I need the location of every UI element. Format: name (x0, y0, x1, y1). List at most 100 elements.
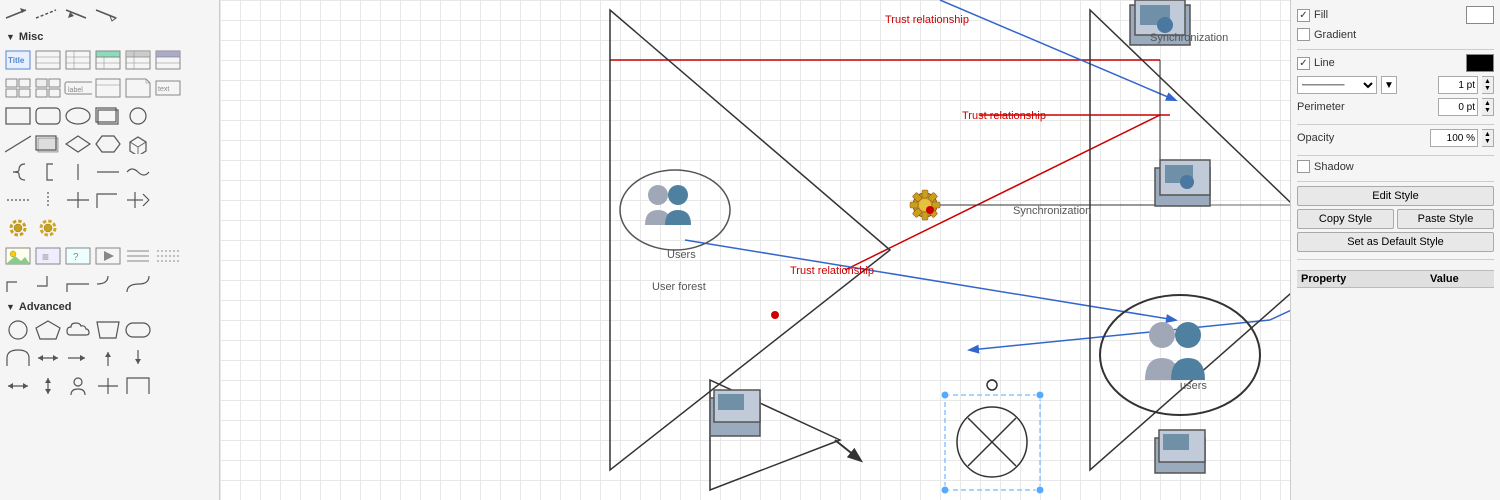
shape-double-rect[interactable] (94, 104, 122, 128)
shape-grid1[interactable] (4, 76, 32, 100)
misc-arrow-icon: ▼ (6, 32, 15, 42)
shape-title[interactable]: Title (4, 48, 32, 72)
shape-adv-plus[interactable] (94, 374, 122, 398)
shape-corner3[interactable] (64, 272, 92, 296)
shape-img1[interactable] (4, 244, 32, 268)
shape-corner[interactable] (94, 188, 122, 212)
shape-play[interactable] (94, 244, 122, 268)
opacity-input[interactable] (1430, 129, 1478, 147)
shape-grid2[interactable] (34, 76, 62, 100)
shape-adv-arch[interactable] (4, 346, 32, 370)
copy-style-button[interactable]: Copy Style (1297, 209, 1394, 229)
shape-adv-circle[interactable] (4, 318, 32, 342)
shape-shadow-rect[interactable] (34, 132, 62, 156)
opacity-row: Opacity ▲ ▼ (1297, 129, 1494, 147)
shape-diagonal[interactable] (4, 132, 32, 156)
shape-hexagon[interactable] (94, 132, 122, 156)
shape-pipe[interactable] (64, 160, 92, 184)
opacity-up[interactable]: ▲ (1482, 131, 1493, 138)
shape-adv-bidir[interactable] (34, 346, 62, 370)
perimeter-input[interactable] (1438, 98, 1478, 116)
line-width-input[interactable] (1438, 76, 1478, 94)
shadow-label: Shadow (1314, 161, 1374, 173)
line-width-up[interactable]: ▲ (1482, 78, 1493, 85)
opacity-down[interactable]: ▼ (1482, 138, 1493, 145)
shape-list2[interactable] (64, 48, 92, 72)
shape-adv-pentagon[interactable] (34, 318, 62, 342)
shape-brace[interactable] (4, 160, 32, 184)
shadow-row: Shadow (1297, 160, 1494, 173)
fill-color-swatch[interactable] (1466, 6, 1494, 24)
shape-lines[interactable] (124, 244, 152, 268)
shape-adv-trapeze[interactable] (94, 318, 122, 342)
shape-adv-vbidir[interactable] (34, 374, 62, 398)
shape-rect[interactable] (4, 104, 32, 128)
line-color-swatch[interactable] (1466, 54, 1494, 72)
shape-cube[interactable] (124, 132, 152, 156)
shape-gear1[interactable] (4, 216, 32, 240)
shape-arrow3[interactable] (64, 2, 92, 26)
advanced-section-header[interactable]: ▼ Advanced (0, 298, 219, 316)
divider2 (1297, 124, 1494, 125)
shape-adv-rarrow[interactable] (64, 346, 92, 370)
shape-adv-cloud[interactable] (64, 318, 92, 342)
shape-list1[interactable] (34, 48, 62, 72)
adv-row2 (0, 344, 219, 372)
shape-table2[interactable] (124, 48, 152, 72)
shape-adv-darrow[interactable] (124, 346, 152, 370)
shape-arrow1[interactable] (4, 2, 32, 26)
shape-striped[interactable] (94, 76, 122, 100)
shape-img2[interactable]: ≡ (34, 244, 62, 268)
shape-adv-pill[interactable] (124, 318, 152, 342)
shape-adv-uarrow[interactable] (94, 346, 122, 370)
shape-bracket[interactable] (34, 160, 62, 184)
shape-corner4[interactable] (94, 272, 122, 296)
adv-row1 (0, 316, 219, 344)
line-checkbox[interactable] (1297, 57, 1310, 70)
shape-adv-hbidir[interactable] (4, 374, 32, 398)
opacity-spinner[interactable]: ▲ ▼ (1482, 129, 1494, 147)
line-style-dropdown-btn[interactable]: ▼ (1381, 76, 1397, 94)
shape-table1[interactable] (94, 48, 122, 72)
shape-extend[interactable] (124, 188, 152, 212)
shape-note[interactable] (124, 76, 152, 100)
shadow-checkbox[interactable] (1297, 160, 1310, 173)
line-width-down[interactable]: ▼ (1482, 85, 1493, 92)
line-style-select[interactable]: ────── - - - - · · · · (1297, 76, 1377, 94)
shape-arrow4[interactable] (94, 2, 122, 26)
shape-arrow2[interactable] (34, 2, 62, 26)
shape-corner5[interactable] (124, 272, 152, 296)
edit-style-button[interactable]: Edit Style (1297, 186, 1494, 206)
set-default-style-button[interactable]: Set as Default Style (1297, 232, 1494, 252)
shape-img3[interactable]: ? (64, 244, 92, 268)
shape-corner2[interactable] (34, 272, 62, 296)
perimeter-spinner[interactable]: ▲ ▼ (1482, 98, 1494, 116)
shape-extra2[interactable] (154, 244, 182, 268)
shape-corner1[interactable] (4, 272, 32, 296)
shape-pipe2[interactable] (34, 188, 62, 212)
line-width-spinner[interactable]: ▲ ▼ (1482, 76, 1494, 94)
paste-style-button[interactable]: Paste Style (1397, 209, 1494, 229)
gradient-checkbox[interactable] (1297, 28, 1310, 41)
shape-circle[interactable] (124, 104, 152, 128)
shape-rounded-rect[interactable] (34, 104, 62, 128)
svg-text:label: label (68, 87, 83, 94)
misc-label: Misc (19, 31, 43, 43)
shape-adv-person[interactable] (64, 374, 92, 398)
shape-table3[interactable] (154, 48, 182, 72)
shape-extra[interactable]: text (154, 76, 182, 100)
shape-cross[interactable] (64, 188, 92, 212)
fill-checkbox[interactable] (1297, 9, 1310, 22)
shape-gear2[interactable] (34, 216, 62, 240)
shape-ellipse[interactable] (64, 104, 92, 128)
shape-diamond[interactable] (64, 132, 92, 156)
shape-adv-corner6[interactable] (124, 374, 152, 398)
shape-wave[interactable] (124, 160, 152, 184)
misc-section-header[interactable]: ▼ Misc (0, 28, 219, 46)
shape-dash2[interactable] (4, 188, 32, 212)
shape-dash[interactable] (94, 160, 122, 184)
perimeter-up[interactable]: ▲ (1482, 100, 1493, 107)
perimeter-down[interactable]: ▼ (1482, 107, 1493, 114)
main-canvas[interactable]: Trust relationship Trust relationship Sy… (220, 0, 1290, 500)
shape-label[interactable]: label (64, 76, 92, 100)
